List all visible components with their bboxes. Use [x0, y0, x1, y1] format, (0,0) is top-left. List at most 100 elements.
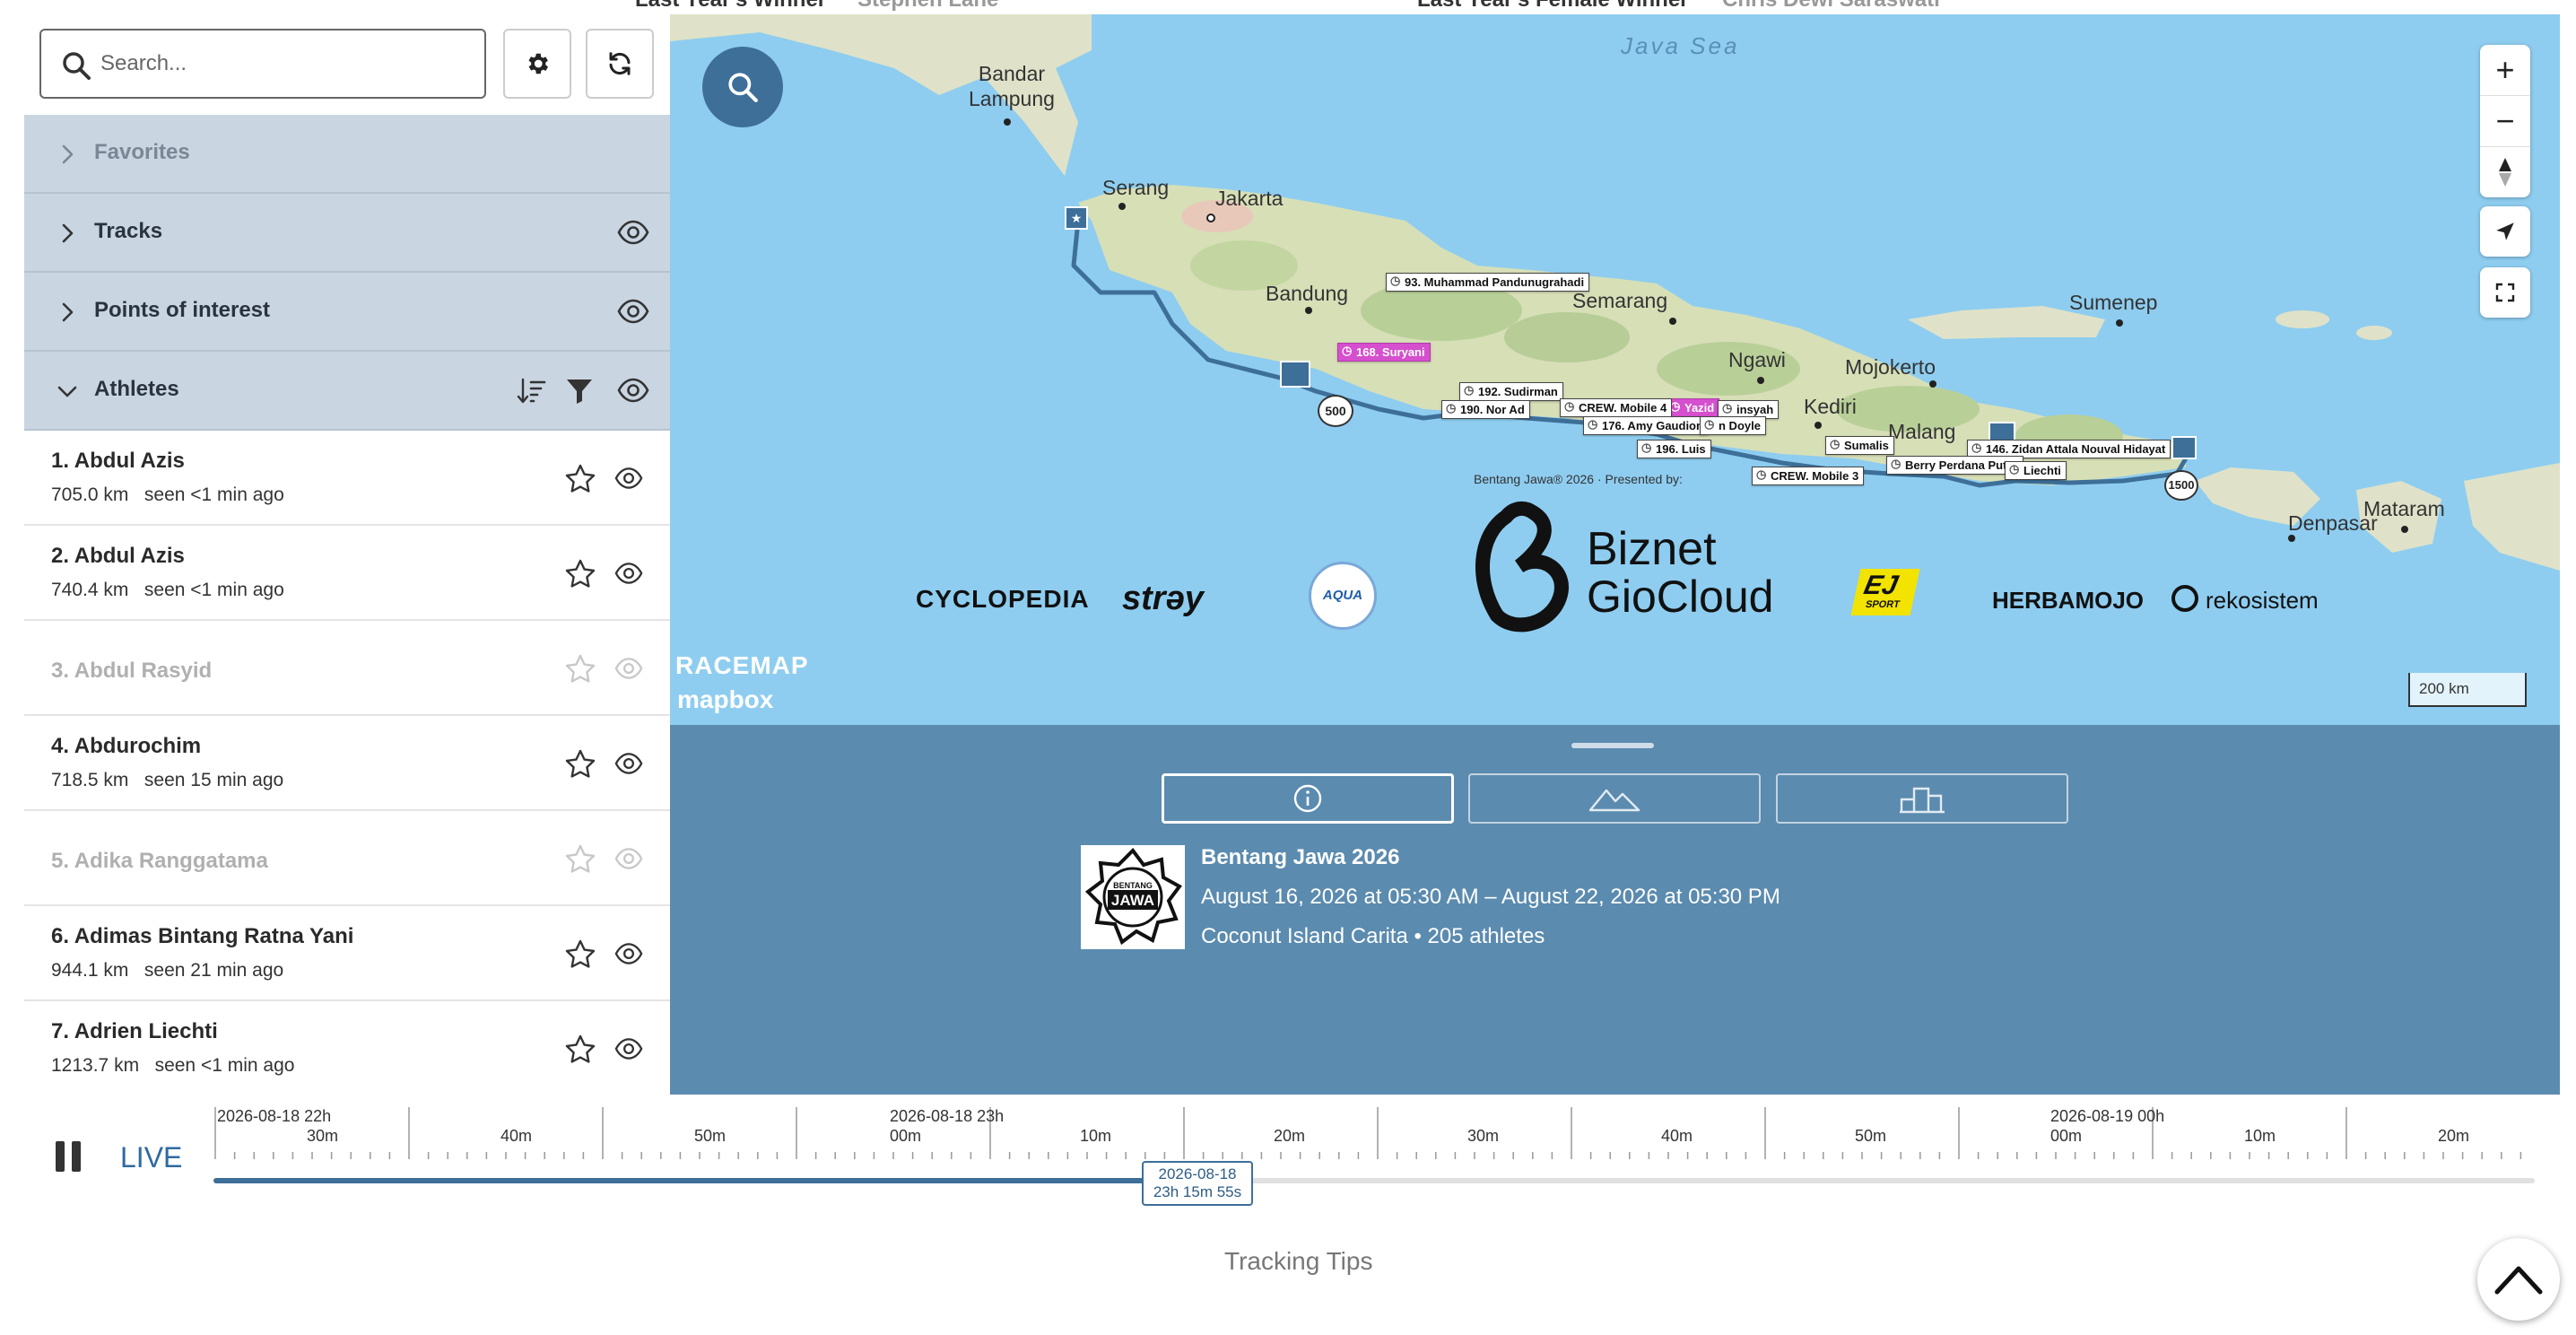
eye-icon[interactable]	[613, 1035, 645, 1062]
eye-icon[interactable]	[613, 560, 645, 587]
drag-handle[interactable]	[1571, 743, 1654, 748]
athlete-tag[interactable]: 176. Amy Gaudion	[1583, 416, 1709, 435]
athlete-row[interactable]: 7. Adrien Liechti 1213.7 km seen <1 min a…	[24, 1001, 670, 1096]
filter-icon[interactable]	[564, 375, 595, 406]
live-label[interactable]: LIVE	[120, 1141, 182, 1174]
sort-icon[interactable]	[516, 375, 548, 407]
sponsor-herbamojo: HERBAMOJO	[1992, 587, 2145, 614]
section-favorites[interactable]: Favorites	[24, 115, 670, 194]
search-box[interactable]	[39, 29, 486, 99]
search-row	[24, 14, 670, 113]
athlete-tag[interactable]: Liechti	[2005, 461, 2067, 480]
tab-podium[interactable]	[1776, 773, 2068, 824]
athlete-tag[interactable]: 168. Suryani	[1337, 343, 1431, 362]
pause-icon[interactable]	[54, 1139, 83, 1174]
timeline-minute-label: 00m	[890, 1127, 922, 1145]
eye-icon[interactable]	[613, 465, 645, 492]
city-dot	[2288, 535, 2295, 542]
athlete-row[interactable]: 2. Abdul Azis 740.4 km seen <1 min ago	[24, 526, 670, 621]
timeline-minute-label: 10m	[1080, 1127, 1112, 1145]
event-logo: BENTANG JAWA	[1081, 845, 1185, 949]
star-icon[interactable]	[564, 748, 596, 779]
checkpoint-marker[interactable]	[1280, 361, 1310, 388]
timeline-minute-label: 10m	[2244, 1127, 2276, 1145]
athlete-row[interactable]: 5. Adika Ranggatama	[24, 811, 670, 906]
athlete-seen: seen <1 min ago	[144, 484, 284, 505]
zoom-in-button[interactable]: +	[2480, 45, 2530, 95]
timeline-minute-label: 20m	[2438, 1127, 2470, 1145]
athlete-name: 6. Adimas Bintang Ratna Yani	[51, 924, 354, 948]
sponsor-ej-logo: EJ SPORT	[1850, 569, 1920, 615]
section-points-of-interest[interactable]: Points of interest	[24, 273, 670, 352]
star-icon[interactable]	[564, 653, 596, 684]
city-mataram: Mataram	[2363, 497, 2445, 520]
athlete-tag[interactable]: 93. Muhammad Pandunugrahadi	[1386, 273, 1590, 292]
star-icon[interactable]	[564, 1034, 596, 1064]
athlete-row[interactable]: 1. Abdul Azis 705.0 km seen <1 min ago	[24, 431, 670, 526]
athlete-tag[interactable]: 192. Sudirman	[1459, 382, 1563, 401]
tab-info[interactable]	[1162, 773, 1454, 824]
map-scale: 200 km	[2408, 673, 2527, 707]
timeline-minute-label: 40m	[500, 1127, 533, 1145]
fullscreen-button[interactable]	[2480, 267, 2530, 318]
star-icon[interactable]	[564, 843, 596, 874]
star-icon[interactable]	[564, 558, 596, 589]
athlete-row[interactable]: 4. Abdurochim 718.5 km seen 15 min ago	[24, 716, 670, 811]
eye-icon[interactable]	[613, 845, 645, 872]
athlete-row[interactable]: 3. Abdul Rasyid	[24, 621, 670, 716]
event-logo-line2: JAWA	[1110, 892, 1155, 909]
athlete-tag[interactable]: 190. Nor Ad	[1441, 400, 1530, 419]
athlete-meta: 944.1 km seen 21 min ago	[51, 960, 283, 982]
star-icon[interactable]	[564, 938, 596, 969]
eye-icon[interactable]	[613, 655, 645, 682]
athlete-tag[interactable]: n Doyle	[1700, 416, 1766, 435]
athlete-tag[interactable]: CREW. Mobile 4	[1560, 398, 1673, 417]
athlete-meta: 1213.7 km seen <1 min ago	[51, 1055, 294, 1077]
mapbox-logo[interactable]: mapbox	[677, 685, 773, 714]
biznet-logo-icon	[1475, 501, 1569, 633]
sponsor-aqua: AQUA	[1309, 562, 1377, 630]
section-tracks[interactable]: Tracks	[24, 194, 670, 273]
city-dot	[2401, 526, 2408, 533]
start-marker[interactable]: ★	[1065, 206, 1088, 230]
zoom-out-button[interactable]: −	[2480, 96, 2530, 146]
chevron-right-icon	[62, 223, 74, 243]
eye-icon[interactable]	[616, 296, 650, 327]
eye-icon[interactable]	[616, 217, 650, 248]
athlete-tag[interactable]: Yazid	[1666, 398, 1720, 417]
refresh-button[interactable]	[586, 29, 654, 99]
section-poi-label: Points of interest	[94, 298, 271, 322]
sponsor-ej-sub: SPORT	[1864, 599, 1902, 610]
map[interactable]: + − Java Sea Bandar Lampung Serang Jakar…	[670, 14, 2560, 725]
city-kediri: Kediri	[1804, 395, 1857, 418]
city-serang: Serang	[1102, 176, 1170, 199]
event-dates: August 16, 2026 at 05:30 AM – August 22,…	[1201, 885, 1780, 909]
refresh-icon	[609, 52, 631, 75]
city-dot	[1669, 318, 1676, 325]
athlete-distance: 705.0 km	[51, 484, 129, 505]
compass-icon	[2499, 158, 2511, 187]
city-dot	[1118, 203, 1126, 210]
athlete-tag[interactable]: CREW. Mobile 3	[1752, 467, 1865, 485]
map-search-button[interactable]	[702, 47, 783, 127]
settings-button[interactable]	[503, 29, 571, 99]
scroll-up-button[interactable]	[2477, 1238, 2560, 1321]
geolocate-button[interactable]	[2480, 206, 2530, 257]
section-athletes[interactable]: Athletes	[24, 352, 670, 431]
athlete-row[interactable]: 6. Adimas Bintang Ratna Yani 944.1 km see…	[24, 906, 670, 1001]
eye-icon[interactable]	[616, 375, 650, 406]
city-dot	[1004, 118, 1011, 126]
timeline-day-label: 2026-08-18 22h	[217, 1107, 332, 1125]
search-input[interactable]	[100, 43, 468, 84]
athlete-tag[interactable]: Berry Perdana Putra	[1886, 456, 2023, 475]
eye-icon[interactable]	[613, 940, 645, 967]
finish-marker[interactable]	[2171, 436, 2197, 459]
tracking-tips-link[interactable]: Tracking Tips	[1224, 1247, 1372, 1276]
star-icon[interactable]	[564, 463, 596, 493]
athlete-tag[interactable]: Sumalis	[1825, 436, 1894, 455]
timeline-cursor[interactable]: 2026-08-18 23h 15m 55s	[1142, 1161, 1253, 1206]
athlete-tag[interactable]: 196. Luis	[1637, 440, 1711, 458]
tab-elevation[interactable]	[1468, 773, 1761, 824]
compass-button[interactable]	[2480, 147, 2530, 197]
eye-icon[interactable]	[613, 750, 645, 777]
